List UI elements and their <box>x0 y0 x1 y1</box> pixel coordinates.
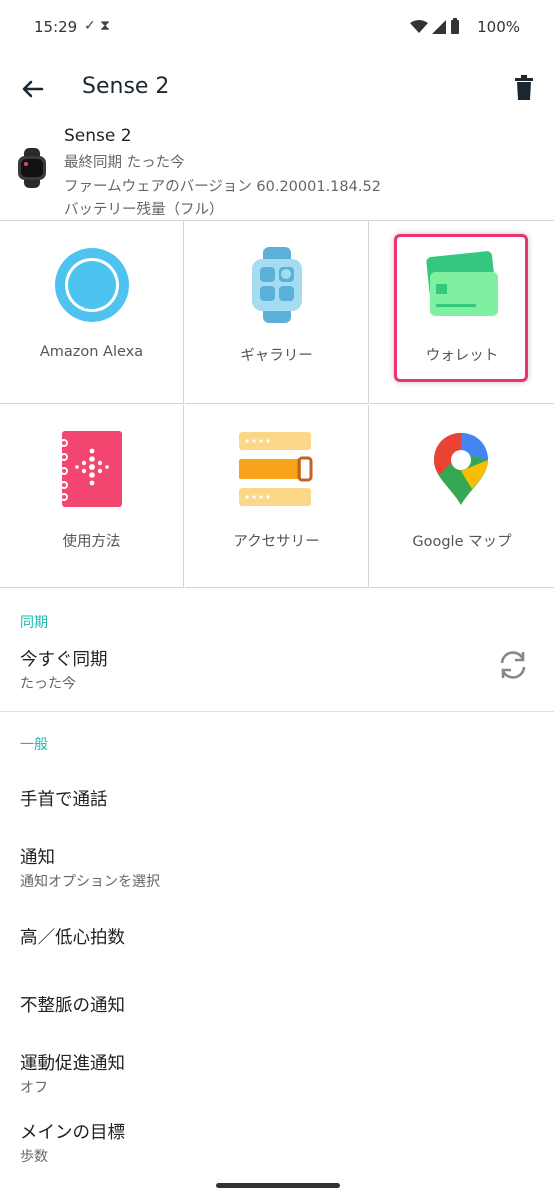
setting-move-reminder[interactable]: 運動促進通知 オフ <box>0 1042 554 1102</box>
sync-now-row[interactable]: 今すぐ同期 たった今 <box>0 640 554 702</box>
sync-now-time: たった今 <box>20 676 76 692</box>
app-label: アクセサリー <box>233 534 320 550</box>
device-name: Sense 2 <box>64 126 132 146</box>
watch-face-icon <box>249 247 305 327</box>
setting-notifications[interactable]: 通知 通知オプションを選択 <box>0 836 554 896</box>
setting-wrist-call[interactable]: 手首で通話 <box>0 776 554 820</box>
setting-label: 不整脈の通知 <box>20 996 125 1016</box>
device-battery: バッテリー残量（フル） <box>64 202 224 218</box>
app-tile-accessories[interactable]: アクセサリー <box>185 405 369 588</box>
app-bar: Sense 2 <box>0 56 554 120</box>
app-label: ウォレット <box>425 348 499 364</box>
setting-label: メインの目標 <box>20 1123 125 1143</box>
page-title: Sense 2 <box>82 74 170 99</box>
app-label: 使用方法 <box>62 534 121 550</box>
setting-sub: 通知オプションを選択 <box>20 874 160 890</box>
app-tile-howto[interactable]: 使用方法 <box>0 405 184 588</box>
battery-icon <box>450 18 460 38</box>
device-last-sync: 最終同期 たった今 <box>64 155 185 171</box>
gesture-nav-bar[interactable] <box>216 1183 340 1188</box>
alexa-icon <box>54 247 130 327</box>
status-bar: 15:29 ✓ ⧗ 100% <box>0 0 554 56</box>
setting-sub: オフ <box>20 1080 48 1096</box>
wallet-cards-icon <box>424 250 500 324</box>
section-header-sync: 同期 <box>20 615 48 631</box>
section-header-general: 一般 <box>20 737 48 753</box>
app-tile-gallery[interactable]: ギャラリー <box>185 221 369 404</box>
divider <box>0 711 554 712</box>
signal-icon <box>432 19 446 38</box>
device-firmware: ファームウェアのバージョン 60.20001.184.52 <box>64 179 381 195</box>
app-tile-wallet[interactable]: ウォレット <box>370 221 554 404</box>
google-maps-pin-icon <box>432 431 490 511</box>
setting-label: 運動促進通知 <box>20 1054 125 1074</box>
app-label: Google マップ <box>412 534 512 550</box>
setting-heart-rate[interactable]: 高／低心拍数 <box>0 914 554 958</box>
back-arrow-icon[interactable] <box>18 74 48 104</box>
app-tile-google-maps[interactable]: Google マップ <box>370 405 554 588</box>
trash-icon[interactable] <box>512 74 536 102</box>
status-notification-icons: ✓ ⧗ <box>84 18 111 34</box>
app-grid: Amazon Alexa ギャラリー ウォレット 使用方法 アクセサリー Goo… <box>0 220 554 589</box>
setting-label: 手首で通話 <box>20 790 108 810</box>
setting-label: 通知 <box>20 848 55 868</box>
sync-refresh-icon[interactable] <box>496 648 530 686</box>
guide-book-icon <box>58 431 126 511</box>
setting-label: 高／低心拍数 <box>20 928 125 948</box>
watch-band-icon <box>239 432 315 512</box>
setting-main-goal[interactable]: メインの目標 歩数 <box>0 1111 554 1171</box>
app-label: Amazon Alexa <box>39 344 144 360</box>
status-time: 15:29 <box>34 18 78 36</box>
watch-image <box>14 148 50 188</box>
setting-arrhythmia[interactable]: 不整脈の通知 <box>0 982 554 1026</box>
app-tile-alexa[interactable]: Amazon Alexa <box>0 221 184 404</box>
app-label: ギャラリー <box>240 348 313 364</box>
wifi-icon <box>410 19 428 38</box>
battery-percent: 100% <box>477 18 520 36</box>
sync-now-label: 今すぐ同期 <box>20 650 108 670</box>
setting-sub: 歩数 <box>20 1149 48 1165</box>
